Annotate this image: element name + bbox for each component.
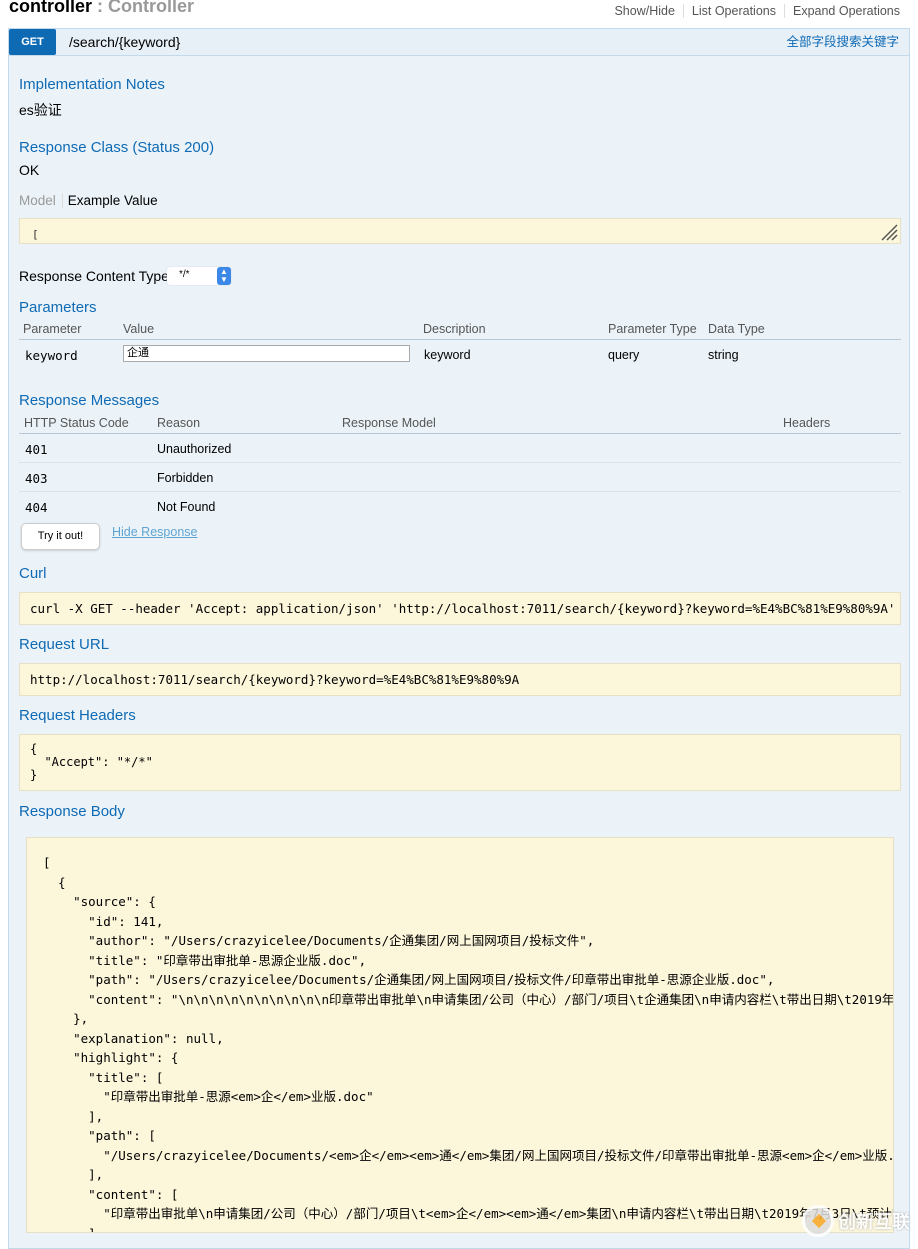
col-value: Value <box>123 322 155 336</box>
col-parameter: Parameter <box>23 322 82 336</box>
response-message-row: 403 Forbidden <box>19 463 901 492</box>
curl-box[interactable]: curl -X GET --header 'Accept: applicatio… <box>19 592 901 625</box>
operation-content: Implementation Notes es验证 Response Class… <box>8 56 910 1249</box>
operation-path[interactable]: /search/{keyword} <box>69 29 180 55</box>
col-headers: Headers <box>783 416 831 430</box>
resize-handle-icon[interactable] <box>878 221 898 241</box>
response-class-text: OK <box>19 162 40 178</box>
resource-separator: : <box>97 0 104 16</box>
request-headers-line: } <box>30 768 38 782</box>
expand-operations-link[interactable]: Expand Operations <box>783 4 908 18</box>
status-code: 403 <box>25 471 48 486</box>
status-reason: Forbidden <box>157 471 214 485</box>
response-body-text: [ { "source": { "id": 141, "author": "/U… <box>43 855 894 1233</box>
parameters-header-row: Parameter Value Description Parameter Ty… <box>19 320 901 340</box>
status-reason: Not Found <box>157 500 216 514</box>
implementation-notes-text: es验证 <box>19 102 62 118</box>
request-url-box[interactable]: http://localhost:7011/search/{keyword}?k… <box>19 663 901 696</box>
col-data-type: Data Type <box>708 322 765 336</box>
parameter-row: keyword 企通 keyword query string <box>19 340 901 370</box>
try-it-out-button[interactable]: Try it out! <box>21 523 100 550</box>
response-message-row: 404 Not Found <box>19 492 901 521</box>
param-description: keyword <box>424 348 471 362</box>
resource-title[interactable]: controller : Controller <box>9 0 194 17</box>
response-messages-table: HTTP Status Code Reason Response Model H… <box>19 414 901 521</box>
request-headers-title: Request Headers <box>19 707 136 724</box>
response-message-row: 401 Unauthorized <box>19 434 901 463</box>
parameters-title: Parameters <box>19 299 97 316</box>
example-value-box[interactable]: [ <box>19 218 901 244</box>
example-value-text: [ <box>32 228 39 241</box>
param-name: keyword <box>25 348 78 363</box>
request-url-text: http://localhost:7011/search/{keyword}?k… <box>30 672 520 687</box>
col-description: Description <box>423 322 486 336</box>
header-links: Show/Hide List Operations Expand Operati… <box>606 4 908 18</box>
request-headers-line: { <box>30 742 38 756</box>
response-class-title: Response Class (Status 200) <box>19 139 215 156</box>
curl-command: curl -X GET --header 'Accept: applicatio… <box>30 601 896 616</box>
tab-model[interactable]: Model <box>19 193 63 208</box>
hide-response-link[interactable]: Hide Response <box>112 525 197 539</box>
response-content-type-select[interactable]: */* ▲ ▼ <box>167 267 231 285</box>
col-response-model: Response Model <box>342 416 436 430</box>
resource-description: Controller <box>108 0 195 16</box>
model-tabs: Model Example Value <box>19 193 158 208</box>
col-reason: Reason <box>157 416 201 430</box>
keyword-input[interactable]: 企通 <box>123 345 410 362</box>
show-hide-link[interactable]: Show/Hide <box>606 4 682 18</box>
select-arrows-icon: ▲ ▼ <box>217 267 231 285</box>
response-body-title: Response Body <box>19 803 125 820</box>
watermark: 创新互联 <box>802 1205 910 1237</box>
curl-title: Curl <box>19 565 47 582</box>
status-code: 404 <box>25 500 48 515</box>
response-messages-header-row: HTTP Status Code Reason Response Model H… <box>19 414 901 434</box>
param-data-type: string <box>708 348 739 362</box>
status-code: 401 <box>25 442 48 457</box>
param-type: query <box>608 348 640 362</box>
operation-heading[interactable]: GET /search/{keyword} 全部字段搜索关键字 <box>8 28 910 56</box>
request-headers-box[interactable]: { "Accept": "*/*" } <box>19 734 901 791</box>
response-content-type-label: Response Content Type <box>19 268 169 284</box>
response-body-box[interactable]: [ { "source": { "id": 141, "author": "/U… <box>26 837 894 1233</box>
response-content-type-value: */* <box>179 269 190 280</box>
status-reason: Unauthorized <box>157 442 232 456</box>
list-operations-link[interactable]: List Operations <box>682 4 784 18</box>
col-parameter-type: Parameter Type <box>608 322 697 336</box>
request-url-title: Request URL <box>19 636 110 653</box>
operation-summary[interactable]: 全部字段搜索关键字 <box>786 29 899 55</box>
col-status-code: HTTP Status Code <box>24 416 129 430</box>
resource-header: controller : Controller Show/Hide List O… <box>0 0 918 22</box>
tab-example-value[interactable]: Example Value <box>63 193 158 208</box>
response-messages-title: Response Messages <box>19 392 160 409</box>
http-method-badge[interactable]: GET <box>9 29 56 55</box>
watermark-text: 创新互联 <box>838 1212 910 1232</box>
parameters-table: Parameter Value Description Parameter Ty… <box>19 320 901 370</box>
resource-name[interactable]: controller <box>9 0 92 16</box>
watermark-logo-icon <box>802 1205 834 1237</box>
request-headers-line: "Accept": "*/*" <box>30 755 153 769</box>
implementation-notes-title: Implementation Notes <box>19 76 165 93</box>
